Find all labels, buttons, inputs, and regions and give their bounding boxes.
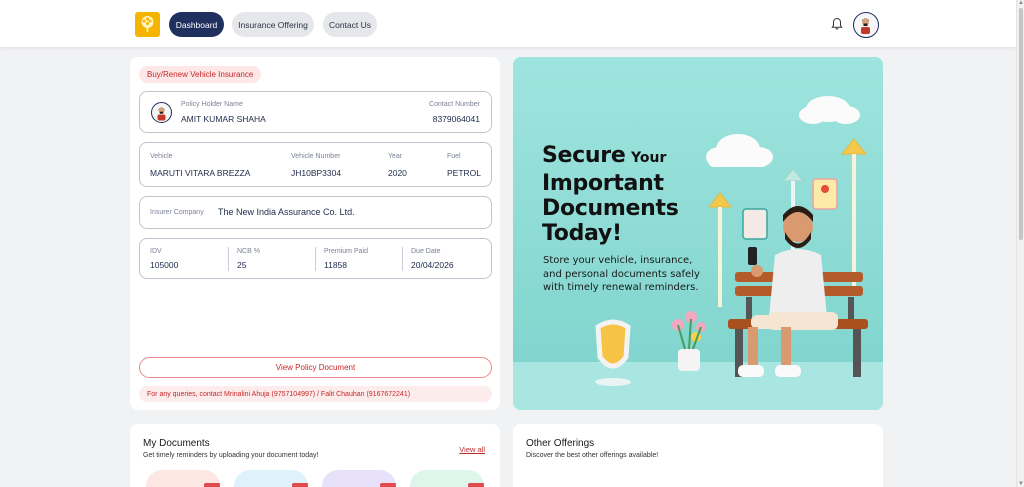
chevron-down-icon[interactable]: ▼	[1018, 481, 1024, 487]
vehicle-number-value: JH10BP3304	[291, 168, 342, 178]
document-tag	[468, 483, 484, 487]
headline-today: Today!	[542, 221, 622, 246]
insurer-box: Insurer Company The New India Assurance …	[139, 196, 492, 229]
idv-value: 105000	[150, 260, 179, 270]
insurer-value: The New India Assurance Co. Ltd.	[218, 207, 355, 217]
other-offerings-subtitle: Discover the best other offerings availa…	[526, 452, 659, 459]
ncb-value: 25	[237, 260, 247, 270]
query-contact-note: For any queries, contact Mrinalini Ahuja…	[139, 386, 492, 402]
due-date-value: 20/04/2026	[411, 260, 454, 270]
nav-contact-us-button[interactable]: Contact Us	[323, 12, 377, 37]
view-policy-document-button[interactable]: View Policy Document	[139, 357, 492, 378]
vehicle-number-label: Vehicle Number	[291, 153, 341, 160]
fuel-value: PETROL	[447, 168, 482, 178]
premium-paid-label: Premium Paid	[324, 248, 368, 255]
user-avatar-icon[interactable]	[853, 12, 879, 38]
vehicle-value: MARUTI VITARA BREZZA	[150, 168, 251, 178]
year-label: Year	[388, 153, 403, 160]
headline-important: Important	[542, 171, 664, 196]
bell-icon[interactable]	[830, 17, 844, 31]
document-tag	[292, 483, 308, 487]
year-value: 2020	[388, 168, 407, 178]
insurer-label: Insurer Company	[150, 209, 204, 216]
view-all-link[interactable]: View all	[459, 445, 485, 454]
buy-renew-pill[interactable]: Buy/Renew Vehicle Insurance	[139, 66, 262, 83]
page-scrollbar[interactable]: ▲ ▼	[1016, 0, 1024, 487]
contact-number-value: 8379064041	[432, 114, 480, 124]
due-date-label: Due Date	[411, 248, 441, 255]
divider	[228, 247, 229, 271]
vehicle-label: Vehicle	[150, 153, 173, 160]
headline-your: Your	[631, 150, 667, 166]
holder-avatar-icon	[151, 102, 172, 123]
idv-label: IDV	[150, 248, 162, 255]
banner-headline: Secure Your Important Documents Today!	[542, 143, 722, 246]
headline-secure: Secure	[542, 143, 626, 168]
nav-insurance-offering-button[interactable]: Insurance Offering	[232, 12, 314, 37]
document-tile[interactable]	[322, 470, 396, 487]
vehicle-details-box: Vehicle MARUTI VITARA BREZZA Vehicle Num…	[139, 142, 492, 187]
policy-holder-box: Policy Holder Name AMIT KUMAR SHAHA Cont…	[139, 91, 492, 133]
scrollbar-thumb[interactable]	[1019, 8, 1023, 240]
document-tag	[380, 483, 396, 487]
document-tile[interactable]	[410, 470, 484, 487]
holder-name-label: Policy Holder Name	[181, 101, 243, 108]
banner-subtext: Store your vehicle, insurance, and perso…	[543, 255, 700, 293]
other-offerings-card: Other Offerings Discover the best other …	[513, 424, 883, 487]
my-documents-subtitle: Get timely reminders by uploading your d…	[143, 452, 319, 459]
document-tag	[204, 483, 220, 487]
headline-documents: Documents	[542, 196, 679, 221]
other-offerings-title: Other Offerings	[526, 438, 595, 449]
premium-paid-value: 11858	[324, 260, 348, 270]
holder-name-value: AMIT KUMAR SHAHA	[181, 114, 266, 124]
ncb-label: NCB %	[237, 248, 260, 255]
promo-banner: Secure Your Important Documents Today! S…	[513, 57, 883, 410]
chevron-up-icon[interactable]: ▲	[1018, 0, 1024, 6]
divider	[402, 247, 403, 271]
my-documents-title: My Documents	[143, 438, 210, 449]
my-documents-card: My Documents Get timely reminders by upl…	[130, 424, 500, 487]
divider	[315, 247, 316, 271]
nav-dashboard-button[interactable]: Dashboard	[169, 12, 224, 37]
document-tile[interactable]	[234, 470, 308, 487]
document-tile[interactable]	[146, 470, 220, 487]
premium-details-box: IDV 105000 NCB % 25 Premium Paid 11858 D…	[139, 238, 492, 279]
fuel-label: Fuel	[447, 153, 461, 160]
top-navbar: Dashboard Insurance Offering Contact Us	[0, 0, 1016, 48]
logo-tree-icon[interactable]	[135, 12, 160, 37]
contact-number-label: Contact Number	[429, 101, 480, 108]
